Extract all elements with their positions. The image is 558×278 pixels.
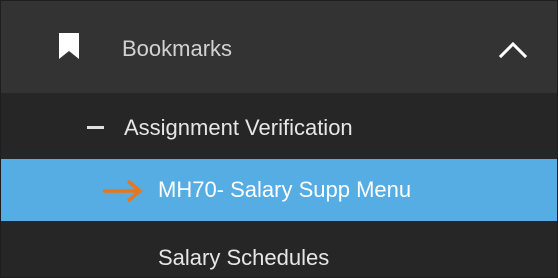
bookmarks-panel: Bookmarks Assignment Verification MH70- … bbox=[0, 0, 558, 278]
bookmark-item-salary-schedules[interactable]: Salary Schedules bbox=[1, 221, 557, 277]
minus-icon[interactable] bbox=[87, 126, 104, 129]
bookmark-item-label: MH70- Salary Supp Menu bbox=[158, 177, 412, 202]
bookmarks-header[interactable]: Bookmarks bbox=[1, 1, 557, 93]
section-label: Assignment Verification bbox=[124, 115, 353, 140]
section-assignment-verification[interactable]: Assignment Verification bbox=[1, 93, 557, 159]
bookmark-item-mh70[interactable]: MH70- Salary Supp Menu bbox=[1, 159, 557, 221]
arrow-right-icon bbox=[101, 178, 145, 209]
bookmarks-title: Bookmarks bbox=[122, 36, 233, 61]
bookmark-item-label: Salary Schedules bbox=[158, 245, 330, 270]
bookmark-icon bbox=[58, 32, 80, 65]
chevron-up-icon[interactable] bbox=[493, 33, 533, 63]
